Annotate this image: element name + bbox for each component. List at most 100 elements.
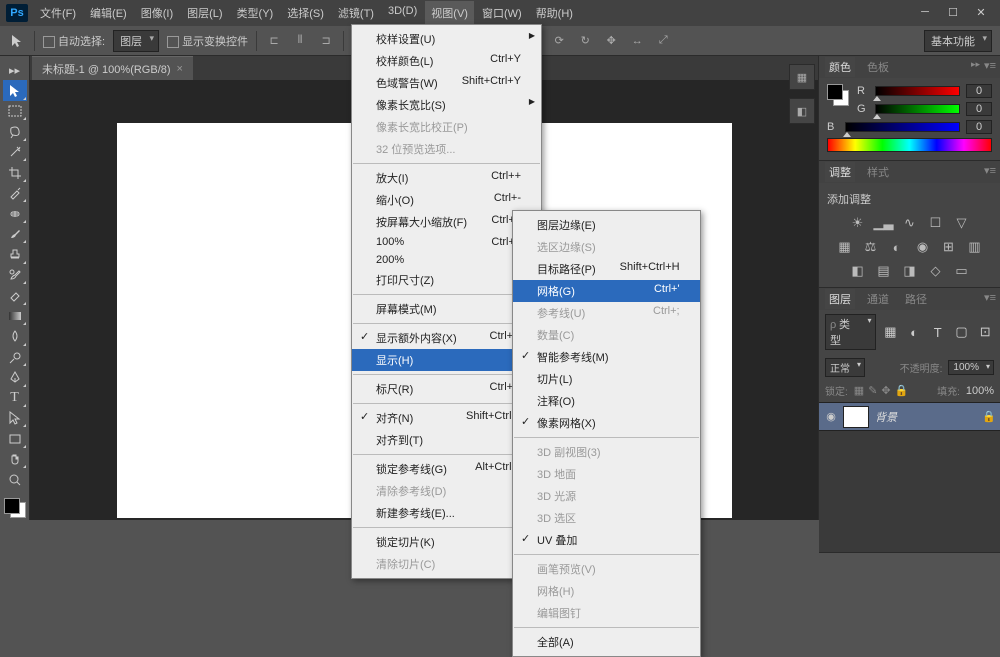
tab-swatches[interactable]: 色板 [863,57,893,77]
filter-shape-icon[interactable]: ▢ [953,324,971,340]
eyedropper-tool[interactable] [3,183,27,203]
eraser-tool[interactable] [3,285,27,305]
menu-4[interactable]: 类型(Y) [231,1,280,25]
color-swatches[interactable] [2,496,28,520]
selective-icon[interactable]: ◇ [927,263,945,279]
opacity-value[interactable]: 100% [948,360,994,375]
tab-layers[interactable]: 图层 [825,289,855,309]
levels-icon[interactable]: ▁▃ [875,215,893,231]
menuitem[interactable]: 目标路径(P)Shift+Ctrl+H [513,258,700,280]
lookup-icon[interactable]: ▥ [966,239,984,255]
close-tab-icon[interactable]: × [177,63,183,75]
menu-0[interactable]: 文件(F) [34,1,82,25]
filter-adjust-icon[interactable]: ◐ [905,324,923,340]
minimize-button[interactable]: ─ [916,6,934,20]
zoom-tool[interactable] [3,469,27,489]
tab-adjustments[interactable]: 调整 [825,162,855,182]
layer-name[interactable]: 背景 [875,409,982,425]
menuitem[interactable]: 放大(I)Ctrl++ [352,167,541,189]
brightness-icon[interactable]: ☀ [849,215,867,231]
hand-tool[interactable] [3,449,27,469]
3d-pan-icon[interactable]: ✥ [602,32,620,50]
3d-orbit-icon[interactable]: ⟳ [550,32,568,50]
menuitem[interactable]: 注释(O) [513,390,700,412]
dodge-tool[interactable] [3,347,27,367]
menuitem[interactable]: 像素长宽比(S)▶ [352,94,541,116]
foreground-swatch[interactable] [4,498,20,514]
menu-9[interactable]: 窗口(W) [476,1,528,25]
panel-menu-icon[interactable]: ▾≡ [984,59,996,72]
gradient-map-icon[interactable]: ▭ [953,263,971,279]
spectrum-ramp[interactable] [827,138,992,152]
move-tool[interactable] [3,80,27,100]
path-selection-tool[interactable] [3,408,27,428]
brush-tool[interactable] [3,224,27,244]
menuitem[interactable]: ✓智能参考线(M) [513,346,700,368]
tab-color[interactable]: 颜色 [825,57,855,77]
lock-pixels-icon[interactable]: ✎ [868,384,877,397]
lock-position-icon[interactable]: ✥ [881,384,890,397]
menuitem[interactable]: 切片(L) [513,368,700,390]
lasso-tool[interactable] [3,121,27,141]
document-tab[interactable]: 未标题-1 @ 100%(RGB/8) × [32,56,193,81]
threshold-icon[interactable]: ◨ [901,263,919,279]
tab-paths[interactable]: 路径 [901,289,931,309]
marquee-tool[interactable] [3,101,27,121]
rectangle-tool[interactable] [3,428,27,448]
menu-8[interactable]: 视图(V) [425,1,474,25]
menu-3[interactable]: 图层(L) [181,1,228,25]
menu-2[interactable]: 图像(I) [135,1,179,25]
invert-icon[interactable]: ◧ [849,263,867,279]
curves-icon[interactable]: ∿ [901,215,919,231]
layer-thumbnail[interactable] [843,406,869,428]
menuitem[interactable]: 校样颜色(L)Ctrl+Y [352,50,541,72]
align-right-icon[interactable]: ⊐ [317,32,335,50]
visibility-toggle[interactable]: ◉ [819,410,843,423]
menuitem[interactable]: 色域警告(W)Shift+Ctrl+Y [352,72,541,94]
auto-select-checkbox[interactable]: 自动选择: [43,33,105,49]
menuitem[interactable]: ✓像素网格(X) [513,412,700,434]
3d-scale-icon[interactable]: ⤢ [654,32,672,50]
crop-tool[interactable] [3,162,27,182]
g-slider[interactable] [875,104,960,114]
tab-styles[interactable]: 样式 [863,162,893,182]
stamp-tool[interactable] [3,244,27,264]
exposure-icon[interactable]: ☐ [927,215,945,231]
lock-transparent-icon[interactable]: ▦ [854,384,864,397]
lock-all-icon[interactable]: 🔒 [895,384,909,397]
layer-row[interactable]: ◉ 背景 🔒 [819,403,1000,431]
b-value[interactable]: 0 [966,120,992,134]
gradient-tool[interactable] [3,306,27,326]
history-brush-tool[interactable] [3,265,27,285]
collapse-tools-icon[interactable]: ▸▸ [3,60,27,80]
menu-6[interactable]: 滤镜(T) [332,1,380,25]
panel-menu-icon[interactable]: ▾≡ [984,164,996,177]
panel-collapse-icon[interactable]: ▸▸ [971,59,980,70]
close-button[interactable]: ✕ [972,6,990,20]
fill-value[interactable]: 100% [966,385,994,397]
menu-7[interactable]: 3D(D) [382,1,423,25]
menu-5[interactable]: 选择(S) [281,1,330,25]
workspace-selector[interactable]: 基本功能 [924,30,992,52]
history-dock-icon[interactable]: ▦ [789,64,815,90]
wand-tool[interactable] [3,142,27,162]
menuitem[interactable]: ✓UV 叠加 [513,529,700,551]
menuitem[interactable]: 全部(A) [513,631,700,653]
align-left-icon[interactable]: ⊏ [265,32,283,50]
show-transform-checkbox[interactable]: 显示变换控件 [167,33,248,49]
filter-smart-icon[interactable]: ⊡ [976,324,994,340]
restore-button[interactable]: ☐ [944,6,962,20]
photo-filter-icon[interactable]: ◉ [914,239,932,255]
menuitem[interactable]: 图层边缘(E) [513,214,700,236]
blend-mode[interactable]: 正常 [825,358,865,377]
type-tool[interactable]: T [3,388,27,408]
panel-menu-icon[interactable]: ▾≡ [984,291,996,304]
menuitem[interactable]: 网格(G)Ctrl+' [513,280,700,302]
r-slider[interactable] [875,86,960,96]
menuitem[interactable]: 校样设置(U)▶ [352,28,541,50]
filter-type-icon[interactable]: T [929,324,947,340]
panel-fg-swatch[interactable] [827,84,843,100]
r-value[interactable]: 0 [966,84,992,98]
3d-slide-icon[interactable]: ↔ [628,32,646,50]
filter-kind[interactable]: ρ 类型 [825,314,876,350]
